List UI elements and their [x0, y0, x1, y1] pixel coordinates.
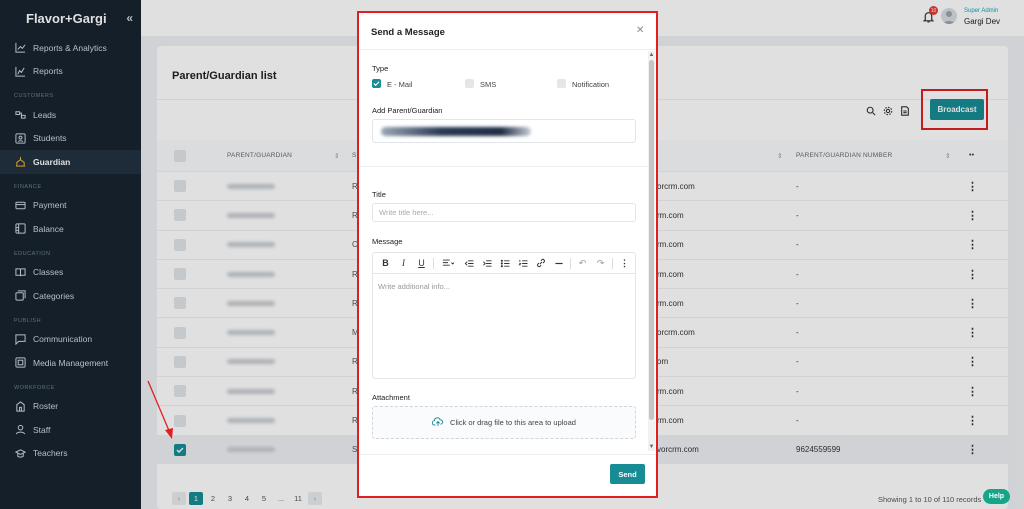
more-options-icon[interactable]: ⋮	[616, 255, 633, 272]
notification-option-label[interactable]: Notification	[572, 80, 609, 89]
close-icon[interactable]: ✕	[636, 25, 644, 36]
editor-toolbar: B I U ↶ ↷ ⋮	[373, 253, 635, 274]
title-field[interactable]	[372, 203, 636, 222]
help-button[interactable]: Help	[983, 489, 1010, 504]
bold-icon[interactable]: B	[377, 255, 394, 272]
undo-icon[interactable]: ↶	[574, 255, 591, 272]
send-button[interactable]: Send	[610, 464, 645, 484]
underline-icon[interactable]: U	[413, 255, 430, 272]
sms-checkbox[interactable]	[465, 79, 474, 88]
redo-icon[interactable]: ↷	[592, 255, 609, 272]
type-label: Type	[372, 64, 389, 73]
selected-recipient-chip	[381, 127, 531, 136]
bullet-list-icon[interactable]	[496, 255, 513, 272]
recipients-label: Add Parent/Guardian	[372, 106, 443, 115]
attachment-label: Attachment	[372, 393, 410, 402]
message-editor-body[interactable]: Write additional info...	[373, 274, 635, 299]
scroll-down-icon[interactable]: ▼	[648, 443, 655, 451]
send-message-modal: Send a Message ✕ ▲ ▼ Type E - Mail SMS N…	[357, 11, 658, 498]
file-upload-dropzone[interactable]: Click or drag file to this area to uploa…	[372, 406, 636, 439]
message-editor[interactable]: B I U ↶ ↷ ⋮ Write additional info...	[372, 252, 636, 379]
italic-icon[interactable]: I	[395, 255, 412, 272]
email-checkbox[interactable]	[372, 79, 381, 88]
upload-text: Click or drag file to this area to uploa…	[450, 418, 576, 427]
scroll-up-icon[interactable]: ▲	[648, 51, 655, 59]
title-input[interactable]	[373, 204, 635, 221]
sms-option-label[interactable]: SMS	[480, 80, 496, 89]
link-icon[interactable]	[532, 255, 549, 272]
message-label: Message	[372, 237, 403, 246]
modal-footer-divider	[359, 454, 656, 455]
scrollbar-thumb[interactable]	[649, 60, 654, 420]
numbered-list-icon[interactable]	[514, 255, 531, 272]
email-option-label[interactable]: E - Mail	[387, 80, 412, 89]
modal-section-divider	[359, 166, 648, 167]
horizontal-rule-icon[interactable]	[550, 255, 567, 272]
modal-scrollbar[interactable]: ▲ ▼	[648, 51, 655, 451]
outdent-icon[interactable]	[460, 255, 477, 272]
notification-checkbox[interactable]	[557, 79, 566, 88]
indent-icon[interactable]	[478, 255, 495, 272]
modal-title: Send a Message	[371, 27, 445, 38]
cloud-upload-icon	[431, 416, 444, 429]
recipients-select[interactable]	[372, 119, 636, 143]
align-icon[interactable]	[437, 255, 459, 272]
modal-header: Send a Message ✕	[359, 13, 656, 50]
title-label: Title	[372, 190, 386, 199]
